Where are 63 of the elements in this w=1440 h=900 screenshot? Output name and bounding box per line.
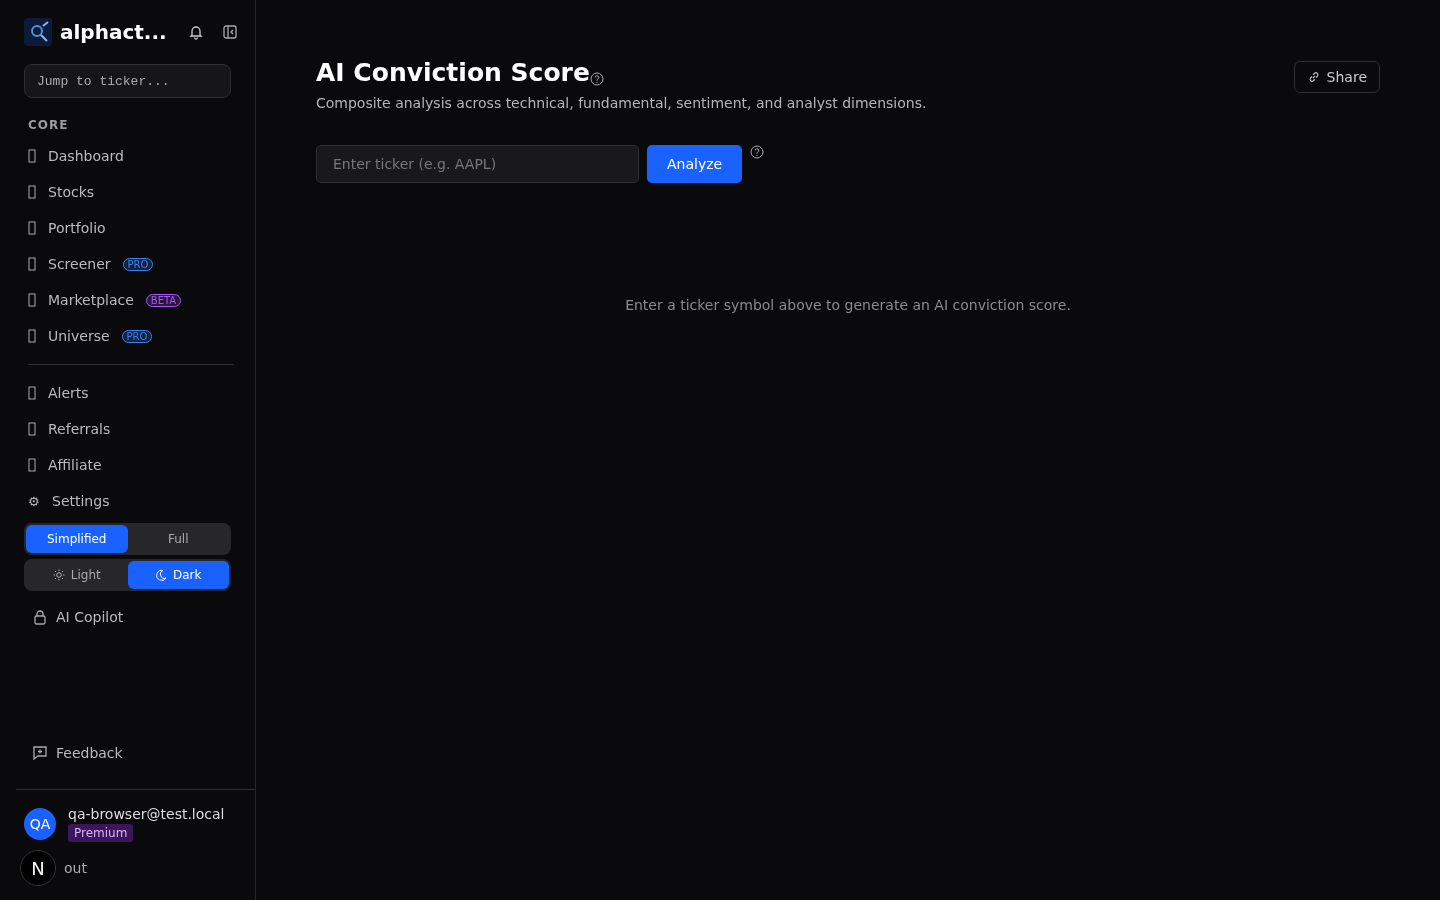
nav-label: Settings [52,493,110,509]
nav-item[interactable]: Marketplace BETA [24,282,238,318]
nav-label: Portfolio [48,220,106,236]
tier-tag: BETA [145,293,182,307]
notification-bell-icon[interactable] [188,24,204,40]
nav-label: Referrals [48,421,111,437]
missing-glyph-icon [28,458,36,472]
missing-glyph-icon [28,386,36,400]
page-subtitle: Composite analysis across technical, fundamental, sentiment, and analyst dimensions. [316,95,927,111]
help-icon[interactable] [589,72,604,86]
missing-glyph-icon [28,293,36,307]
link-icon [1306,70,1321,84]
help-icon[interactable] [750,145,765,159]
tier-tag: PRO [122,257,154,271]
section-label: CORE [28,118,70,132]
feedback-item[interactable]: Feedback [24,733,238,773]
moon-icon [155,569,167,581]
nav-item[interactable]: Universe PRO [24,318,238,354]
analyze-button[interactable]: Analyze [647,145,743,183]
ticker-search-field[interactable]: Jump to ticker... [24,64,231,98]
missing-glyph-icon [28,221,36,235]
copilot-item[interactable]: AI Copilot [24,597,238,637]
empty-state-message: Enter a ticker symbol above to generate an AI conviction score. [624,297,1072,313]
nav-item[interactable]: Affiliate [24,447,238,483]
sidebar-collapse-icon[interactable] [222,24,238,40]
page-title: AI Conviction Score [316,58,590,87]
brand-name: alphact... [60,20,168,44]
nav-label: Dashboard [48,148,124,164]
missing-glyph-icon [28,329,36,343]
logo-icon [24,18,52,46]
nav-item[interactable]: Referrals [24,411,238,447]
nav-label: Stocks [48,184,95,200]
theme-option[interactable]: Light [26,561,128,589]
missing-glyph-icon [28,257,36,271]
user-email: qa-browser@test.local [68,806,225,822]
nav-label: Screener [48,256,111,272]
view-mode-option[interactable]: Simplified [26,525,128,553]
dev-badge[interactable]: N [20,850,56,886]
gear-icon: ⚙ [28,493,40,509]
missing-glyph-icon [28,422,36,436]
nav-item[interactable]: ⚙ Settings [24,483,238,519]
theme-option[interactable]: Dark [127,561,229,589]
lock-icon [32,609,48,625]
nav-item[interactable]: Stocks [24,174,238,210]
nav-item[interactable]: Portfolio [24,210,238,246]
nav-label: Marketplace [48,292,134,308]
plan-tag: Premium [68,824,134,842]
nav-label: Alerts [48,385,89,401]
share-button[interactable]: Share [1293,61,1380,93]
sign-out-link[interactable]: out [64,860,87,876]
sun-icon [52,569,65,581]
nav-label: Affiliate [48,457,102,473]
view-mode-option[interactable]: Full [127,525,229,553]
feedback-icon [32,745,48,761]
nav-item[interactable]: Screener PRO [24,246,238,282]
ticker-input[interactable]: Enter ticker (e.g. AAPL) [316,145,639,183]
missing-glyph-icon [28,185,36,199]
nav-item[interactable]: Dashboard [24,138,238,174]
tier-tag: PRO [121,329,153,343]
missing-glyph-icon [28,149,36,163]
nav-item[interactable]: Alerts [24,375,238,411]
user-avatar: QA [24,808,56,840]
nav-label: Universe [48,328,110,344]
